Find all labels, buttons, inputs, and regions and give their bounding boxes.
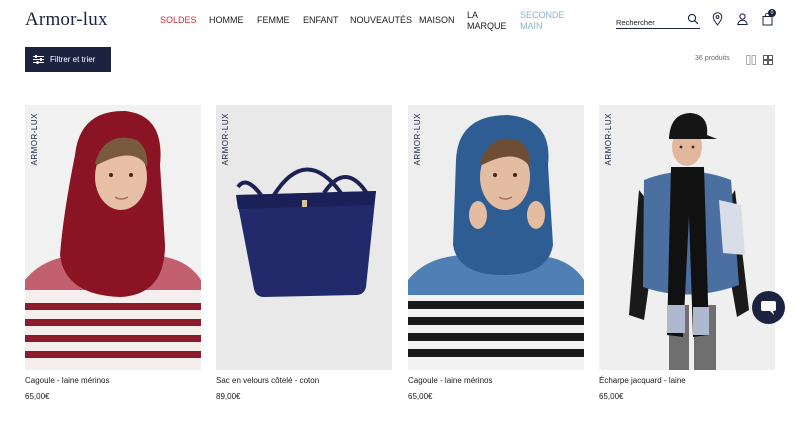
product-price: 65,00€	[599, 392, 624, 401]
nav-item-nouveautes[interactable]: NOUVEAUTÉS	[350, 15, 412, 26]
product-count: 36 produits	[695, 55, 730, 62]
nav-label-line: MAIN	[520, 21, 543, 31]
navy-corduroy-tote-bag-photo	[236, 167, 376, 297]
brand-vertical-label: ARMOR-LUX	[604, 113, 613, 166]
product-name[interactable]: Écharpe jacquard - laine	[599, 376, 775, 386]
store-locator-icon[interactable]	[711, 12, 724, 26]
nav-label-line: SECONDE	[520, 10, 565, 20]
account-icon[interactable]	[736, 12, 749, 26]
woman-red-hood-striped-sweater-photo	[25, 110, 201, 370]
product-card[interactable]: ARMOR-LUX Écharpe jacquard - laine 65,00…	[599, 105, 775, 402]
nav-item-soldes[interactable]: SOLDES	[160, 15, 197, 26]
site-header: Armor-lux SOLDES HOMME FEMME ENFANT NOUV…	[0, 0, 800, 40]
nav-item-homme[interactable]: HOMME	[209, 15, 244, 26]
brand-vertical-label: ARMOR-LUX	[221, 113, 230, 166]
nav-item-femme[interactable]: FEMME	[257, 15, 290, 26]
product-image[interactable]: ARMOR-LUX	[216, 105, 392, 370]
product-price: 65,00€	[25, 392, 50, 401]
search-box	[616, 12, 700, 30]
brand-vertical-label: ARMOR-LUX	[30, 113, 39, 166]
product-price: 65,00€	[408, 392, 433, 401]
product-price: 89,00€	[216, 392, 241, 401]
nav-item-maison[interactable]: MAISON	[419, 15, 455, 26]
product-image[interactable]: ARMOR-LUX	[25, 105, 201, 370]
grid-four-columns-icon[interactable]	[763, 55, 773, 65]
nav-item-seconde-main[interactable]: SECONDE MAIN	[520, 10, 565, 32]
cart-count-badge: 0	[768, 9, 776, 17]
filter-sliders-icon	[33, 55, 44, 64]
product-name[interactable]: Sac en velours côtelé - coton	[216, 376, 392, 386]
nav-item-enfant[interactable]: ENFANT	[303, 15, 339, 26]
chat-bubble-icon	[761, 301, 776, 315]
search-input[interactable]	[616, 15, 682, 30]
filter-sort-button[interactable]: Filtrer et trier	[25, 47, 111, 72]
filter-button-label: Filtrer et trier	[50, 55, 96, 64]
nav-label-line: MARQUE	[467, 21, 507, 31]
search-icon[interactable]	[687, 13, 699, 25]
woman-blue-hood-striped-sweater-photo	[408, 115, 584, 370]
product-name[interactable]: Cagoule - laine mérinos	[25, 376, 201, 386]
chat-button[interactable]	[752, 291, 785, 324]
product-image[interactable]: ARMOR-LUX	[599, 105, 775, 370]
product-card[interactable]: ARMOR-LUX Cagoule - laine mérinos 65,00€	[25, 105, 201, 402]
product-card[interactable]: ARMOR-LUX Sac en velours côtelé - coton …	[216, 105, 392, 402]
product-name[interactable]: Cagoule - laine mérinos	[408, 376, 584, 386]
product-card[interactable]: ARMOR-LUX Cagoule - laine mérinos 65,00€	[408, 105, 584, 402]
product-image[interactable]: ARMOR-LUX	[408, 105, 584, 370]
nav-item-la-marque[interactable]: LA MARQUE	[467, 10, 507, 32]
brand-logo[interactable]: Armor-lux	[25, 9, 108, 31]
nav-label-line: LA	[467, 10, 479, 20]
brand-vertical-label: ARMOR-LUX	[413, 113, 422, 166]
woman-jacquard-scarf-cap-photo	[629, 113, 749, 370]
grid-two-columns-icon[interactable]	[746, 55, 756, 65]
